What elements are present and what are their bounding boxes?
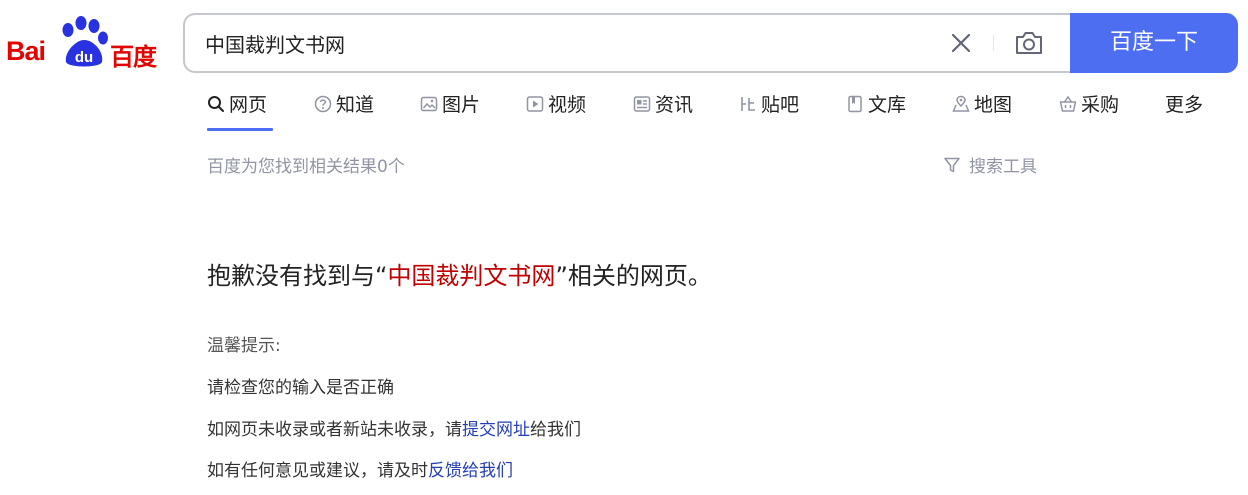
message-suffix: ”相关的网页。: [555, 262, 712, 290]
tab-label: 文库: [868, 94, 907, 116]
tab-news[interactable]: 资讯: [633, 92, 693, 132]
document-icon: [848, 95, 862, 113]
search-button[interactable]: 百度一下: [1070, 13, 1238, 73]
tab-label: 地图: [974, 94, 1013, 116]
search-tools-button[interactable]: 搜索工具: [943, 152, 1037, 177]
tab-web[interactable]: 网页: [207, 92, 274, 132]
tab-label: 贴吧: [761, 94, 800, 116]
tab-label: 更多: [1165, 94, 1204, 116]
tab-map[interactable]: 地图: [952, 92, 1012, 132]
tab-label: 知道: [336, 94, 375, 116]
divider: [993, 35, 994, 51]
tip-line-2-suffix: 给我们: [530, 420, 581, 440]
tab-label: 图片: [442, 94, 481, 116]
tip-line-2-prefix: 如网页未收录或者新站未收录，请: [207, 420, 462, 440]
tab-wenku[interactable]: 文库: [846, 92, 906, 132]
map-icon: [952, 95, 970, 112]
tab-label: 视频: [548, 94, 587, 116]
logo-text-en: Bai: [6, 36, 46, 66]
play-icon: [526, 96, 544, 112]
baidu-logo[interactable]: Bai du 百度: [6, 14, 162, 71]
tip-line-3: 如有任何意见或建议，请及时反馈给我们: [207, 456, 513, 481]
paw-logo-icon: du: [62, 16, 108, 67]
search-icon: [208, 96, 224, 112]
close-icon[interactable]: [948, 30, 974, 56]
news-icon: [633, 96, 651, 112]
message-prefix: 抱歉没有找到与“: [207, 262, 388, 290]
tab-label: 网页: [229, 94, 268, 116]
search-input[interactable]: [205, 15, 925, 71]
logo-text-du: du: [75, 49, 93, 66]
tab-video[interactable]: 视频: [526, 92, 586, 132]
filter-icon: [944, 157, 960, 172]
tip-line-2: 如网页未收录或者新站未收录，请提交网址给我们: [207, 415, 581, 440]
tab-purchase[interactable]: 采购: [1059, 92, 1119, 132]
tips-title: 温馨提示:: [207, 336, 281, 356]
basket-icon: [1059, 95, 1077, 112]
message-query: 中国裁判文书网: [387, 262, 556, 290]
logo-text-cn: 百度: [110, 43, 157, 71]
tab-images[interactable]: 图片: [420, 92, 480, 132]
result-count: 百度为您找到相关结果0个: [207, 157, 405, 177]
question-icon: [314, 95, 332, 113]
submit-url-link[interactable]: 提交网址: [462, 420, 530, 440]
tip-line-1: 请检查您的输入是否正确: [207, 378, 394, 398]
tab-tieba[interactable]: 贴吧: [739, 92, 799, 132]
tip-line-3-prefix: 如有任何意见或建议，请及时: [207, 461, 428, 481]
feedback-link[interactable]: 反馈给我们: [428, 461, 513, 481]
search-tools-label: 搜索工具: [969, 157, 1037, 177]
image-icon: [420, 96, 438, 112]
tab-zhidao[interactable]: 知道: [314, 92, 374, 132]
tab-label: 采购: [1081, 94, 1120, 116]
tab-more[interactable]: 更多: [1165, 92, 1203, 132]
tab-label: 资讯: [655, 94, 694, 116]
camera-icon[interactable]: [1013, 28, 1045, 58]
tieba-icon: [741, 97, 755, 111]
no-result-message: 抱歉没有找到与“中国裁判文书网”相关的网页。: [207, 256, 712, 291]
